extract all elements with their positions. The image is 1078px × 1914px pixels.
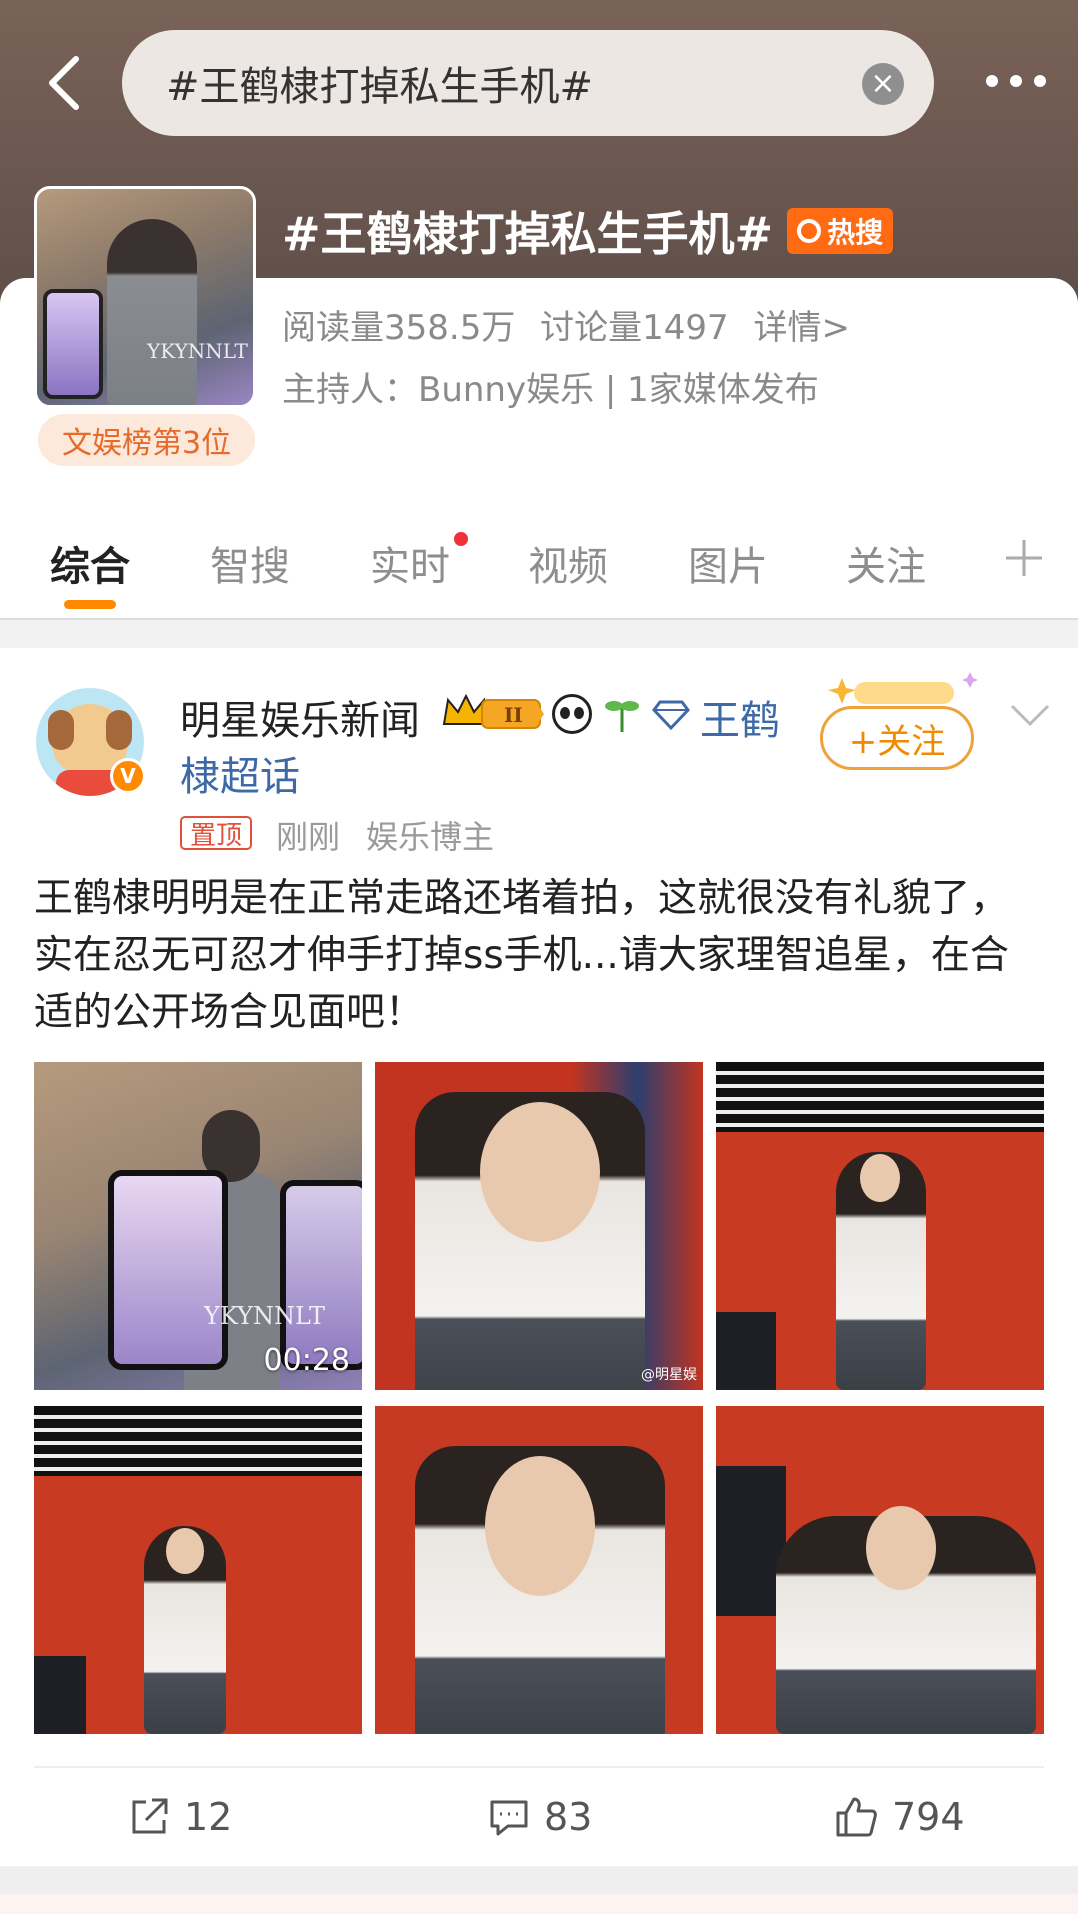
photo-ceiling-lights bbox=[34, 1406, 362, 1476]
level-badge: II bbox=[504, 703, 523, 727]
hot-label: 热搜 bbox=[827, 216, 884, 249]
chevron-left-icon bbox=[49, 56, 79, 110]
video-phone bbox=[280, 1180, 362, 1370]
hot-search-badge: 热搜 bbox=[787, 208, 894, 254]
active-tab-indicator bbox=[64, 600, 116, 609]
supertopic-link[interactable]: 王鹤 bbox=[700, 688, 780, 746]
tab-images[interactable]: 图片 bbox=[688, 534, 768, 592]
tab-following[interactable]: 关注 bbox=[846, 534, 926, 592]
pinned-label: 置顶 bbox=[190, 820, 243, 851]
photo-face bbox=[860, 1154, 900, 1202]
photo-5[interactable] bbox=[375, 1406, 703, 1734]
verified-badge-icon: V bbox=[110, 758, 146, 794]
read-count: 阅读量358.5万 bbox=[282, 308, 516, 348]
more-dot-icon bbox=[1010, 75, 1022, 87]
thumb-person bbox=[107, 219, 197, 405]
post-time: 刚刚 bbox=[276, 818, 341, 856]
tab-smart-search[interactable]: 智搜 bbox=[210, 534, 290, 592]
video-thumbnail[interactable]: YKYNNLT 00:28 bbox=[34, 1062, 362, 1390]
video-watermark: YKYNNLT bbox=[204, 1302, 325, 1330]
add-tab-icon[interactable] bbox=[1002, 536, 1046, 580]
thumb-phone bbox=[43, 289, 103, 399]
more-dot-icon bbox=[986, 75, 998, 87]
photo-barrel bbox=[34, 1656, 86, 1734]
feed-separator bbox=[0, 1866, 1078, 1914]
photo-face bbox=[485, 1456, 595, 1596]
topic-title: #王鹤棣打掉私生手机# 热搜 bbox=[282, 198, 894, 264]
details-link[interactable]: 详情> bbox=[754, 308, 851, 348]
more-options-button[interactable] bbox=[966, 56, 1066, 106]
photo-6[interactable] bbox=[716, 1406, 1044, 1734]
photo-3[interactable] bbox=[716, 1062, 1044, 1390]
photo-watermark: @明星娱 bbox=[641, 1367, 697, 1383]
vip-crown-icon: II bbox=[442, 693, 544, 729]
topic-thumbnail[interactable]: YKYNNLT bbox=[34, 186, 256, 408]
photo-face bbox=[480, 1102, 600, 1242]
rank-label: 文娱榜第3位 bbox=[62, 426, 232, 461]
new-content-dot bbox=[454, 532, 468, 546]
author-role: 娱乐博主 bbox=[366, 818, 495, 856]
tab-realtime[interactable]: 实时 bbox=[370, 534, 450, 592]
supertopic-link-continued[interactable]: 棣超话 bbox=[180, 744, 300, 802]
video-phone bbox=[108, 1170, 228, 1370]
avatar-ear bbox=[106, 710, 132, 750]
more-dot-icon bbox=[1034, 75, 1046, 87]
comment-count: 83 bbox=[544, 1795, 593, 1839]
chevron-down-icon[interactable] bbox=[1008, 700, 1052, 730]
search-query-text: #王鹤棣打掉私生手机# bbox=[166, 64, 594, 110]
thumb-watermark: YKYNNLT bbox=[147, 339, 248, 363]
follow-button[interactable]: +关注 bbox=[820, 706, 974, 770]
follow-label: +关注 bbox=[848, 721, 946, 762]
discussion-count: 讨论量1497 bbox=[540, 308, 729, 348]
clear-icon[interactable]: × bbox=[862, 63, 904, 105]
photo-2[interactable]: @明星娱 bbox=[375, 1062, 703, 1390]
like-button[interactable]: 794 bbox=[834, 1792, 965, 1842]
photo-barrel bbox=[716, 1312, 776, 1390]
share-button[interactable]: 12 bbox=[128, 1792, 232, 1842]
comment-icon bbox=[490, 1800, 528, 1836]
tab-video[interactable]: 视频 bbox=[528, 534, 608, 592]
photo-4[interactable] bbox=[34, 1406, 362, 1734]
tab-comprehensive[interactable]: 综合 bbox=[50, 534, 130, 592]
panda-icon bbox=[552, 694, 592, 734]
like-count: 794 bbox=[892, 1795, 965, 1839]
supertopic-diamond-icon bbox=[652, 700, 690, 731]
sprout-icon bbox=[605, 701, 639, 732]
comment-button[interactable]: 83 bbox=[488, 1792, 592, 1842]
share-icon bbox=[132, 1798, 168, 1834]
thumbs-up-icon bbox=[836, 1797, 877, 1837]
search-input[interactable]: #王鹤棣打掉私生手机# × bbox=[122, 30, 934, 136]
avatar-ear bbox=[48, 710, 74, 750]
photo-ceiling-lights bbox=[716, 1062, 1044, 1132]
tabs-divider bbox=[0, 618, 1078, 620]
hot-icon bbox=[797, 219, 822, 243]
verified-letter: V bbox=[120, 764, 136, 788]
next-post-peek bbox=[0, 1894, 1078, 1914]
author-name[interactable]: 明星娱乐新闻 bbox=[180, 688, 420, 746]
host-info: 主持人：Bunny娱乐 | 1家媒体发布 bbox=[282, 370, 819, 410]
photo-face bbox=[866, 1506, 936, 1590]
search-tabs: 综合 智搜 实时 视频 图片 关注 bbox=[0, 520, 1078, 620]
topic-stats: 阅读量358.5万 讨论量1497 详情> bbox=[282, 300, 864, 349]
back-button[interactable] bbox=[38, 52, 88, 114]
topic-title-text: #王鹤棣打掉私生手机# bbox=[282, 207, 774, 261]
photo-face bbox=[166, 1528, 204, 1574]
actions-divider bbox=[34, 1766, 1044, 1768]
post-text[interactable]: 王鹤棣明明是在正常走路还堵着拍，这就很没有礼貌了，实在忍无可忍才伸手打掉ss手机… bbox=[34, 870, 1014, 1041]
video-duration: 00:28 bbox=[263, 1343, 350, 1378]
share-count: 12 bbox=[184, 1795, 233, 1839]
rank-badge[interactable]: 文娱榜第3位 bbox=[38, 414, 256, 466]
image-grid: YKYNNLT 00:28 @明星娱 bbox=[34, 1062, 1044, 1734]
pinned-badge: 置顶 bbox=[180, 816, 253, 851]
